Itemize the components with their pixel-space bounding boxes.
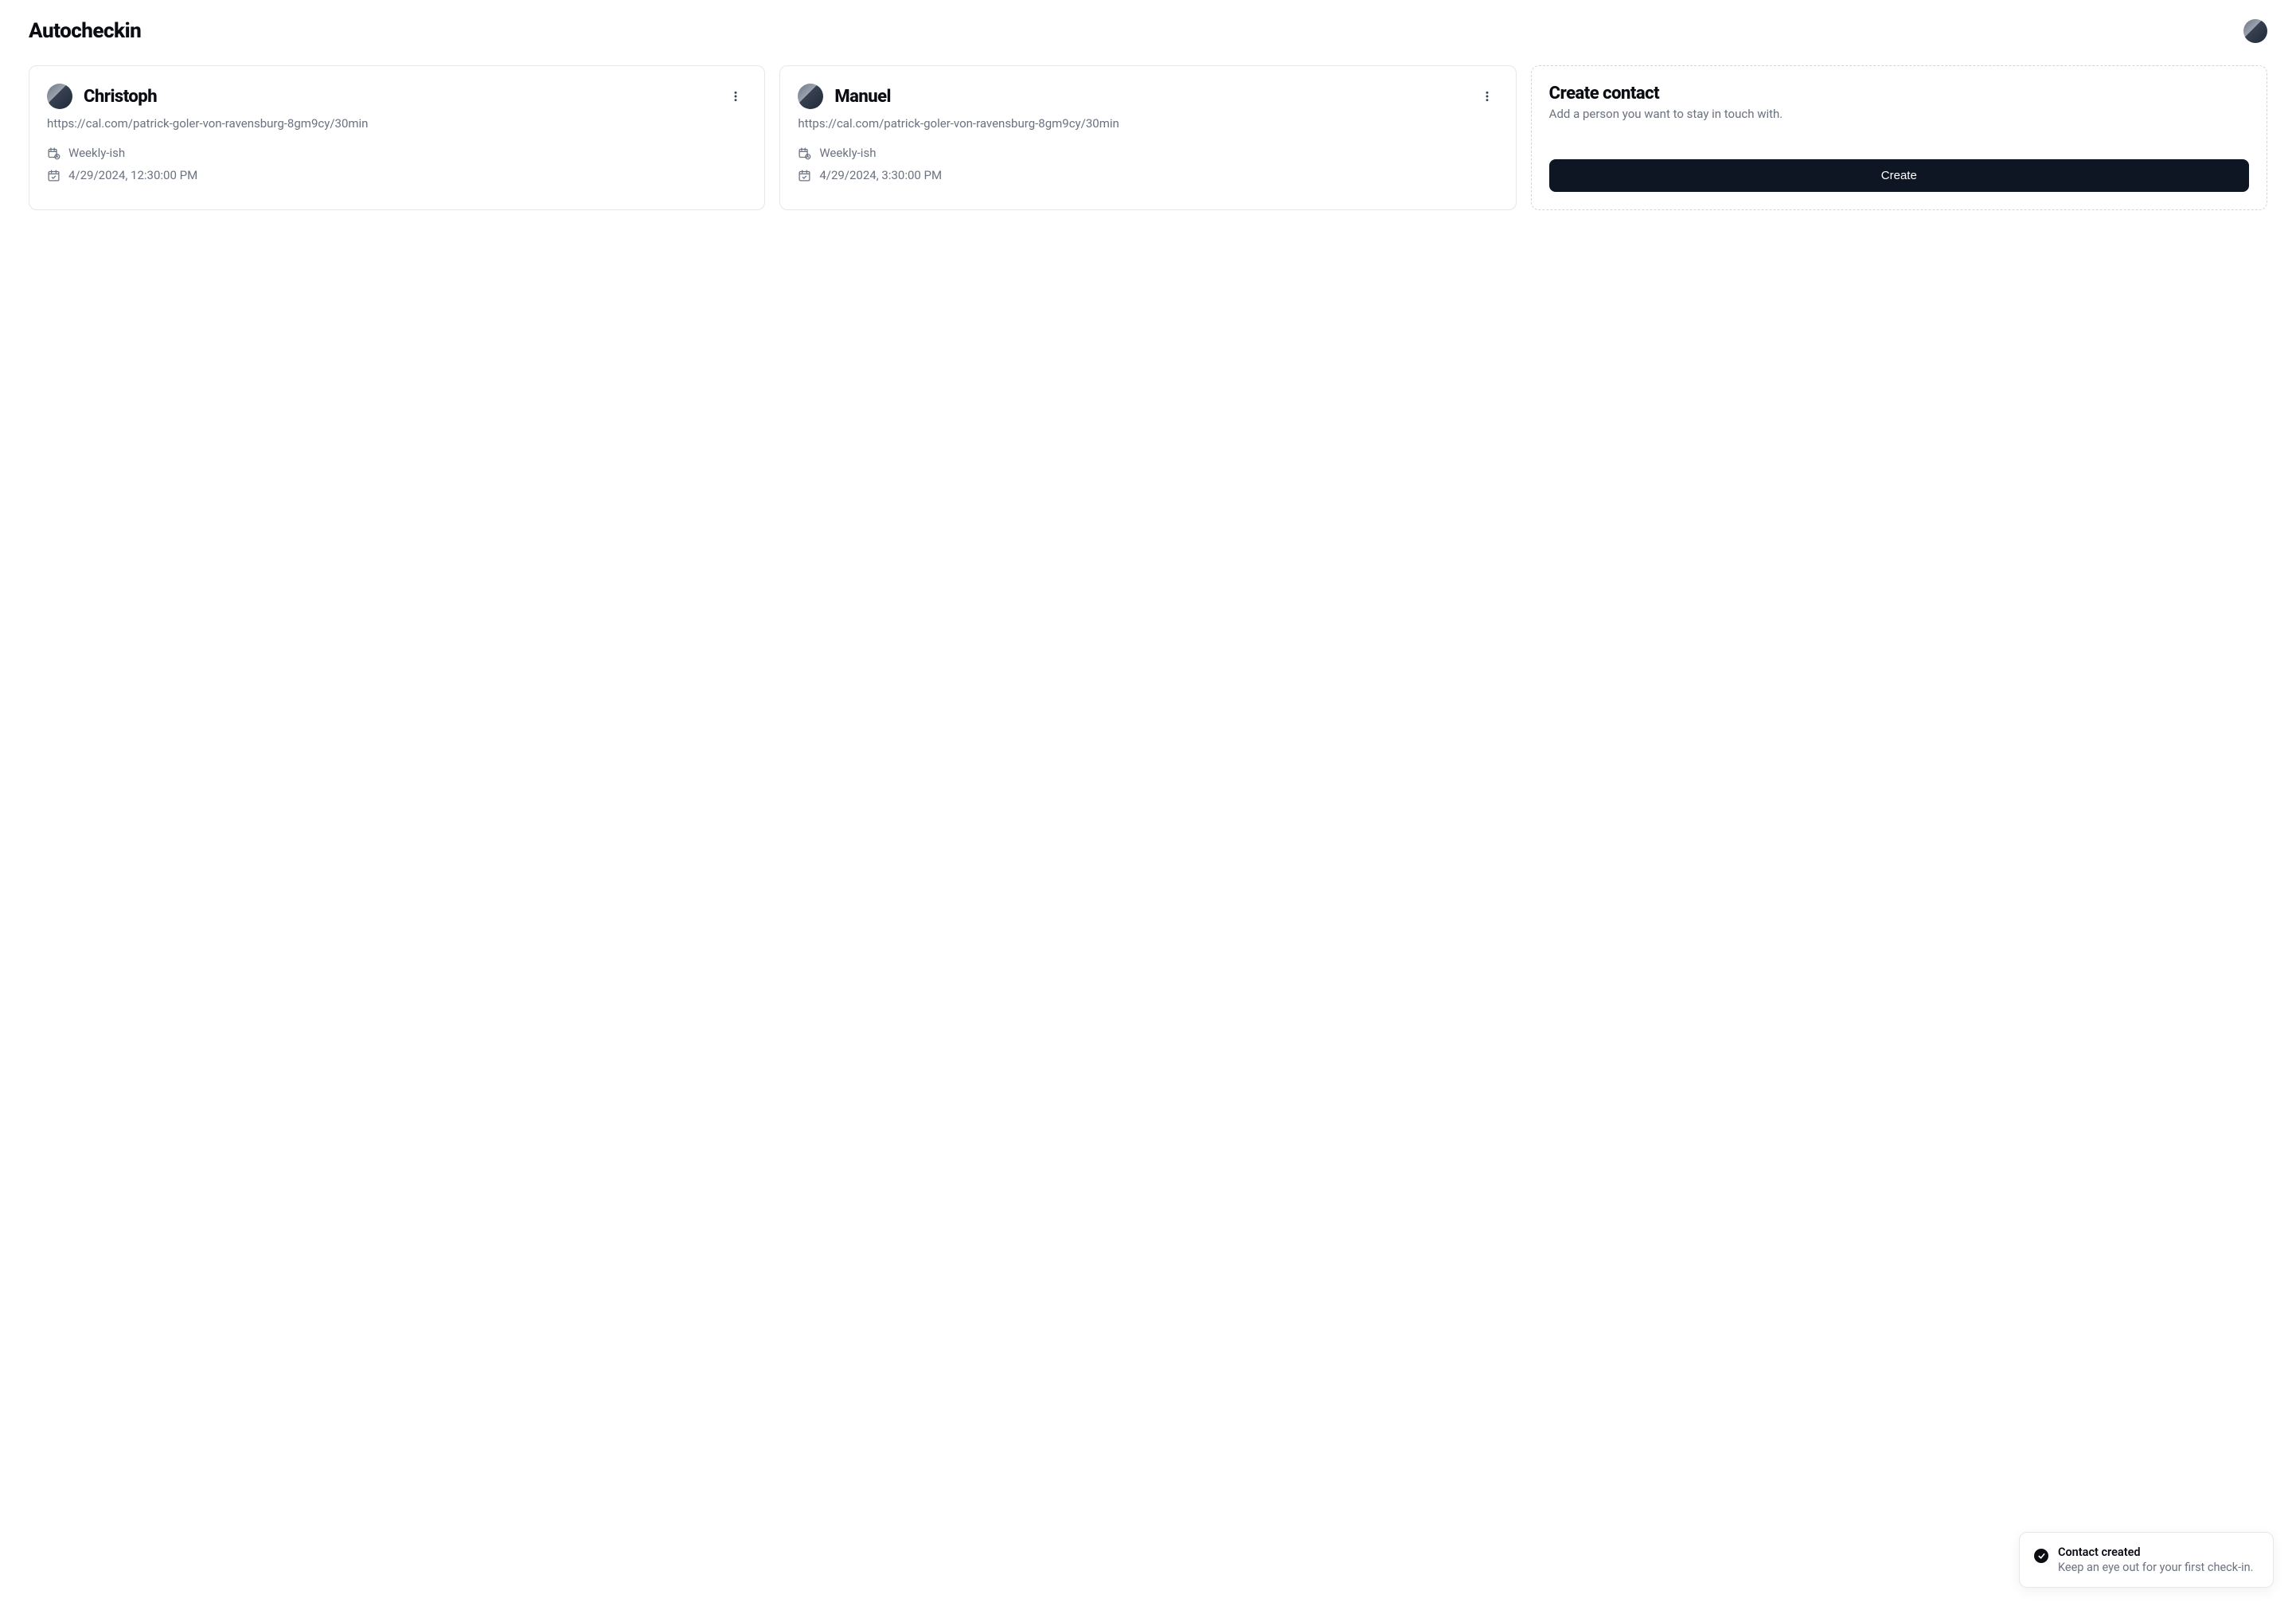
contact-name: Manuel — [834, 87, 891, 107]
create-contact-subtitle: Add a person you want to stay in touch w… — [1549, 107, 2249, 121]
calendar-check-icon — [798, 169, 811, 182]
more-vertical-icon — [729, 90, 742, 103]
check-circle-icon — [2034, 1549, 2048, 1563]
create-contact-button[interactable]: Create — [1549, 159, 2249, 192]
contact-next-row: 4/29/2024, 3:30:00 PM — [798, 168, 1497, 182]
create-contact-card: Create contact Add a person you want to … — [1531, 65, 2267, 210]
contact-avatar — [47, 84, 72, 109]
contact-next-row: 4/29/2024, 12:30:00 PM — [47, 168, 747, 182]
user-avatar[interactable] — [2243, 19, 2267, 43]
toast-subtitle: Keep an eye out for your first check-in. — [2058, 1561, 2253, 1574]
toast-title: Contact created — [2058, 1546, 2253, 1559]
contact-avatar — [798, 84, 823, 109]
calendar-check-icon — [47, 169, 61, 182]
app-title: Autocheckin — [29, 19, 141, 43]
contact-more-button[interactable] — [724, 85, 747, 107]
contact-next: 4/29/2024, 3:30:00 PM — [819, 168, 942, 182]
toast: Contact created Keep an eye out for your… — [2019, 1532, 2274, 1588]
contact-card: Manuel https://cal.com/patrick-goler-von… — [779, 65, 1516, 210]
more-vertical-icon — [1481, 90, 1494, 103]
contact-cadence-row: Weekly-ish — [47, 146, 747, 160]
contact-next: 4/29/2024, 12:30:00 PM — [68, 168, 197, 182]
calendar-clock-icon — [47, 147, 61, 160]
contact-link: https://cal.com/patrick-goler-von-ravens… — [47, 115, 747, 131]
contacts-grid: Christoph https://cal.com/patrick-goler-… — [29, 65, 2267, 210]
contact-cadence-row: Weekly-ish — [798, 146, 1497, 160]
contact-cadence: Weekly-ish — [819, 146, 876, 160]
create-contact-title: Create contact — [1549, 84, 2249, 104]
app-header: Autocheckin — [29, 19, 2267, 43]
contact-cadence: Weekly-ish — [68, 146, 125, 160]
contact-card: Christoph https://cal.com/patrick-goler-… — [29, 65, 765, 210]
contact-link: https://cal.com/patrick-goler-von-ravens… — [798, 115, 1497, 131]
calendar-clock-icon — [798, 147, 811, 160]
contact-more-button[interactable] — [1476, 85, 1498, 107]
contact-name: Christoph — [84, 87, 157, 107]
